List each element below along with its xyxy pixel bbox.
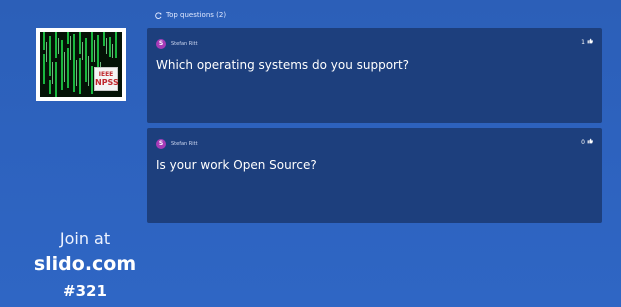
join-site[interactable]: slido.com xyxy=(10,253,160,275)
avatar: S xyxy=(156,39,166,49)
author-name: Stefan Ritt xyxy=(171,41,198,47)
like-count[interactable]: 1 xyxy=(581,38,593,46)
like-count-value: 1 xyxy=(581,38,585,46)
question-card[interactable]: S Stefan Ritt 1 Which operating systems … xyxy=(147,28,602,123)
ieee-npss-badge: IEEE NPSS xyxy=(94,67,119,91)
refresh-icon xyxy=(155,11,162,19)
badge-line1: IEEE xyxy=(98,71,114,78)
question-card[interactable]: S Stefan Ritt 0 Is your work Open Source… xyxy=(147,128,602,223)
thumbs-up-icon xyxy=(587,138,593,146)
section-header: Top questions (2) xyxy=(155,11,226,19)
question-author-row: S Stefan Ritt xyxy=(156,39,198,49)
like-count[interactable]: 0 xyxy=(581,138,593,146)
question-text: Is your work Open Source? xyxy=(156,158,317,172)
matrix-code-image: IEEE NPSS xyxy=(40,32,122,97)
like-count-value: 0 xyxy=(581,138,585,146)
thumbs-up-icon xyxy=(587,38,593,46)
section-title: Top questions (2) xyxy=(166,11,227,19)
question-author-row: S Stefan Ritt xyxy=(156,139,198,149)
event-logo: IEEE NPSS xyxy=(36,28,126,101)
badge-line2: NPSS xyxy=(95,78,119,87)
question-text: Which operating systems do you support? xyxy=(156,58,410,72)
avatar: S xyxy=(156,139,166,149)
join-label: Join at xyxy=(59,229,111,248)
event-code: #321 xyxy=(63,282,107,300)
author-name: Stefan Ritt xyxy=(171,141,198,147)
